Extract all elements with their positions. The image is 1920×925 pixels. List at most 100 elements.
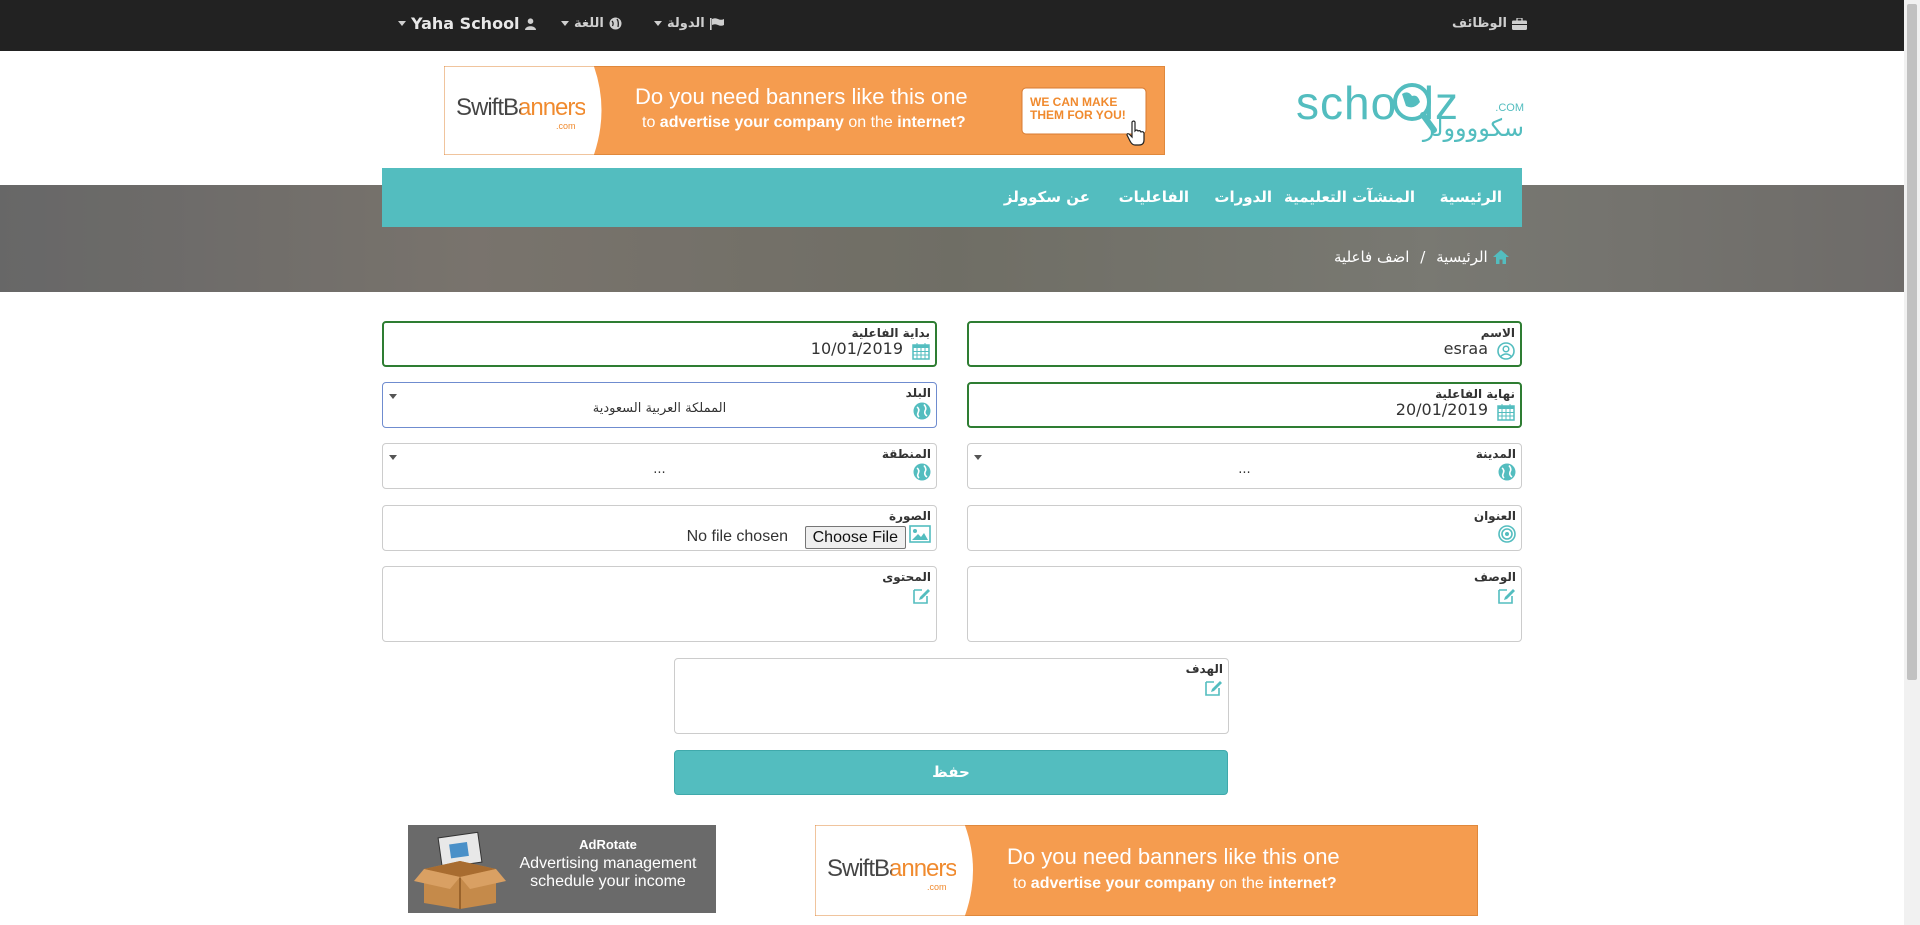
save-button[interactable]: حفظ	[674, 750, 1228, 795]
jobs-link[interactable]: الوظائف	[1452, 16, 1527, 31]
edit-icon	[913, 589, 930, 604]
image-label: الصورة	[889, 509, 931, 523]
user-icon	[524, 17, 536, 30]
adrotate-text: AdRotate Advertising management schedule…	[508, 837, 708, 891]
hand-cursor-icon	[1126, 120, 1145, 146]
adrotate-line1: Advertising management	[519, 855, 697, 872]
choose-file-button[interactable]: Choose File	[804, 526, 906, 549]
region-select[interactable]: المنطقة ...	[382, 443, 937, 489]
top-banner-brand-name: SwiftBanners	[456, 94, 586, 121]
chevron-down-icon	[654, 21, 662, 26]
globe-icon	[609, 17, 622, 30]
top-banner-subline-c: on the	[843, 114, 898, 131]
start-date-label: بداية الفاعلية	[851, 326, 930, 340]
globe-icon	[913, 402, 931, 420]
country-menu[interactable]: الدولة	[654, 16, 724, 31]
briefcase-icon	[1511, 17, 1527, 30]
image-upload-field: الصورة Choose File No file chosen	[382, 505, 937, 551]
bottom-banner-brand-sub: .com	[927, 882, 947, 892]
bottom-banner-subline-b: advertise your company	[1030, 875, 1215, 892]
bottom-banner-ad[interactable]: SwiftBanners .com Do you need banners li…	[815, 825, 1478, 916]
end-date-input[interactable]: 20/01/2019	[1396, 400, 1488, 419]
top-banner-cta-line2: THEM FOR YOU!	[1030, 108, 1126, 122]
top-banner-headline: Do you need banners like this one	[635, 84, 968, 109]
site-logo[interactable]: schoolz .COM سكوووولز	[1296, 76, 1524, 146]
start-date-field[interactable]: بداية الفاعلية 10/01/2019	[382, 321, 937, 367]
user-menu-label: Yaha School	[411, 14, 520, 33]
top-banner-subline-d: internet?	[897, 114, 966, 131]
adrotate-title: AdRotate	[579, 837, 637, 852]
description-textarea[interactable]: الوصف	[967, 566, 1522, 642]
bottom-banner-headline: Do you need banners like this one	[1007, 844, 1340, 869]
adrotate-line2: schedule your income	[530, 873, 686, 890]
adrotate-ad[interactable]: AdRotate Advertising management schedule…	[408, 825, 716, 913]
globe-icon	[1498, 463, 1516, 481]
bottom-banner-subline-d: internet?	[1268, 875, 1337, 892]
chevron-down-icon[interactable]	[974, 455, 982, 460]
file-status-text: No file chosen	[686, 528, 788, 545]
nav-home[interactable]: الرئيسية	[1440, 188, 1502, 206]
page: Yaha School اللغة الدولة الوظائف SwiftBa…	[0, 0, 1920, 925]
home-icon	[1492, 250, 1509, 264]
country-menu-label: الدولة	[667, 16, 705, 31]
start-date-input[interactable]: 10/01/2019	[811, 339, 903, 358]
top-banner-subline: to advertise your company on the interne…	[642, 114, 966, 132]
end-date-label: نهاية الفاعلية	[1435, 387, 1515, 401]
chevron-down-icon[interactable]	[389, 455, 397, 460]
name-input[interactable]: esraa	[1444, 339, 1488, 358]
breadcrumb-separator: /	[1420, 248, 1426, 266]
calendar-icon	[912, 343, 930, 360]
top-banner-cta[interactable]: WE CAN MAKE THEM FOR YOU!	[1030, 96, 1126, 122]
magnifier-globe-icon	[1393, 83, 1437, 133]
calendar-icon	[1497, 404, 1515, 421]
jobs-link-label: الوظائف	[1452, 16, 1507, 31]
top-navbar: Yaha School اللغة الدولة الوظائف	[0, 0, 1904, 51]
content-textarea[interactable]: المحتوى	[382, 566, 937, 642]
bottom-banner-brand-name: SwiftBanners	[827, 855, 957, 882]
address-label: العنوان	[1473, 509, 1516, 523]
goal-textarea[interactable]: الهدف	[674, 658, 1229, 734]
name-field[interactable]: الاسم esraa	[967, 321, 1522, 367]
top-banner-subline-a: to	[642, 114, 660, 131]
content-label: المحتوى	[882, 570, 931, 584]
globe-icon	[913, 463, 931, 481]
edit-icon	[1205, 681, 1222, 696]
edit-icon	[1498, 589, 1515, 604]
nav-about[interactable]: عن سكوولز	[1004, 188, 1090, 206]
logo-com: .COM	[1495, 102, 1524, 114]
top-banner-brand: SwiftBanners	[456, 94, 586, 122]
name-label: الاسم	[1480, 326, 1515, 340]
nav-courses[interactable]: الدورات	[1214, 188, 1272, 206]
region-label: المنطقة	[881, 447, 931, 461]
target-icon	[1498, 525, 1516, 543]
image-icon	[909, 525, 931, 543]
goal-label: الهدف	[1185, 662, 1223, 676]
scrollbar-thumb[interactable]	[1907, 4, 1917, 680]
page-scrollbar[interactable]	[1904, 0, 1920, 925]
bottom-banner-brand: SwiftBanners	[827, 855, 957, 883]
logo-arabic: سكوووولز	[1422, 114, 1524, 142]
country-select[interactable]: البلد المملكة العربية السعودية	[382, 382, 937, 428]
language-menu[interactable]: اللغة	[561, 16, 622, 31]
breadcrumb-home[interactable]: الرئيسية	[1436, 248, 1488, 266]
top-banner-subline-b: advertise your company	[659, 114, 844, 131]
bottom-banner-subline-a: to	[1013, 875, 1031, 892]
city-select[interactable]: المدينة ...	[967, 443, 1522, 489]
language-menu-label: اللغة	[574, 16, 604, 31]
breadcrumb: الرئيسية / اضف فاعلية	[1334, 248, 1509, 266]
region-value: ...	[653, 462, 666, 477]
city-label: المدينة	[1475, 447, 1516, 461]
top-banner-ad[interactable]: SwiftBanners .com Do you need banners li…	[444, 66, 1165, 155]
chevron-down-icon	[398, 21, 406, 26]
end-date-field[interactable]: نهاية الفاعلية 20/01/2019	[967, 382, 1522, 428]
city-value: ...	[1238, 462, 1251, 477]
user-menu[interactable]: Yaha School	[398, 14, 536, 33]
nav-institutions[interactable]: المنشآت التعليمية	[1284, 188, 1415, 206]
chevron-down-icon[interactable]	[389, 394, 397, 399]
box-icon	[414, 831, 506, 909]
address-field[interactable]: العنوان	[967, 505, 1522, 551]
country-label: البلد	[905, 386, 931, 400]
nav-events[interactable]: الفاعليات	[1119, 188, 1189, 206]
top-banner-brand-sub: .com	[556, 121, 576, 131]
description-label: الوصف	[1473, 570, 1516, 584]
